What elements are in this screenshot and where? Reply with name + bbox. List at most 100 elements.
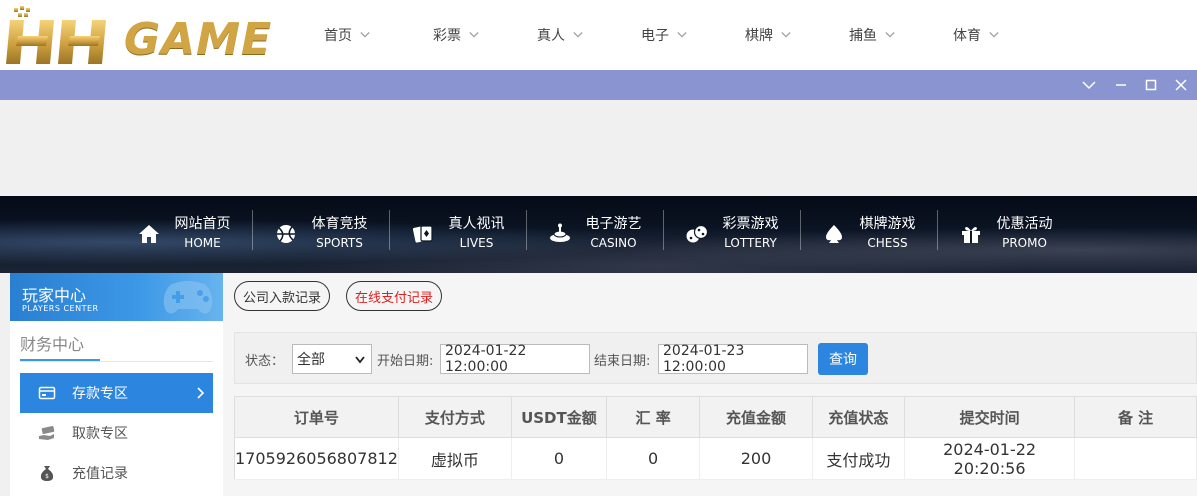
logo-wordmark: GAME xyxy=(124,14,273,65)
chevron-down-icon xyxy=(989,32,999,38)
sidebar-item-withdraw[interactable]: 取款专区 xyxy=(20,413,213,453)
chevron-down-icon xyxy=(885,32,895,38)
table-cell: 2024-01-22 20:20:56 xyxy=(904,437,1076,480)
category-home[interactable]: 网站首页 HOME xyxy=(115,206,252,262)
top-nav-item[interactable]: 首页 xyxy=(300,0,404,70)
top-nav-label: 彩票 xyxy=(433,28,461,44)
players-center-subtitle: PLAYERS CENTER xyxy=(22,304,99,313)
table-header-cell: 提交时间 xyxy=(904,396,1076,438)
category-label-en: HOME xyxy=(184,236,221,250)
category-bar: 网站首页 HOME 体育竞技 SPORTS 真人视讯 LIVES 电子游艺 CASINO 彩票游… xyxy=(0,196,1197,273)
category-sports[interactable]: 体育竞技 SPORTS xyxy=(252,206,389,262)
filter-bar: 状态： 全部 开始日期: 2024-01-22 12:00:00 结束日期: 2… xyxy=(234,332,1197,384)
tab-online-payment-records[interactable]: 在线支付记录 xyxy=(346,281,443,311)
start-date-input[interactable]: 2024-01-22 12:00:00 xyxy=(440,343,590,375)
chevron-down-icon xyxy=(355,356,365,364)
table-row: 1705926056807812 虚拟币 0 0 200 支付成功 2024-01-22 2… xyxy=(234,437,1197,480)
collapse-button[interactable] xyxy=(1079,75,1099,95)
category-chess[interactable]: 棋牌游戏 CHESS xyxy=(800,206,937,262)
category-label-en: LIVES xyxy=(459,236,494,250)
table-cell: 1705926056807812 xyxy=(234,437,399,480)
chevron-down-icon xyxy=(469,32,479,38)
window-title-bar xyxy=(0,70,1197,100)
status-select[interactable]: 全部 xyxy=(292,344,372,374)
top-nav-label: 捕鱼 xyxy=(849,28,877,44)
category-label-cn: 彩票游戏 xyxy=(722,216,779,232)
gamepad-icon xyxy=(163,281,213,314)
table-header-row: 订单号 支付方式 USDT金额汇 率充值金额 充值状态 提交时间备 注 xyxy=(234,396,1197,438)
main-content: 公司入款记录 在线支付记录 状态： 全部 开始日期: 2024-01-22 12… xyxy=(223,273,1197,496)
end-date-input[interactable]: 2024-01-23 12:00:00 xyxy=(658,343,808,375)
table-cell: 支付成功 xyxy=(811,437,906,480)
table-header-cell: 备 注 xyxy=(1074,396,1197,438)
table-header-cell: USDT金额 xyxy=(510,396,607,438)
table-cell: 0 xyxy=(605,437,701,480)
maximize-button[interactable] xyxy=(1141,75,1161,95)
category-text: 电子游艺 CASINO xyxy=(586,215,642,253)
category-text: 棋牌游戏 CHESS xyxy=(860,215,916,253)
category-text: 网站首页 HOME xyxy=(175,215,231,253)
cards-icon xyxy=(412,225,433,243)
top-nav: 首页 彩票 真人 电子 棋牌 捕鱼 体育 xyxy=(300,0,1028,70)
sidebar-item-label: 存款专区 xyxy=(72,386,128,402)
chevron-down-icon xyxy=(573,32,583,38)
category-text: 彩票游戏 LOTTERY xyxy=(723,215,779,253)
top-nav-item[interactable]: 棋牌 xyxy=(716,0,820,70)
start-date-label: 开始日期: xyxy=(377,354,434,369)
top-nav-item[interactable]: 电子 xyxy=(612,0,716,70)
top-nav-label: 真人 xyxy=(537,28,565,44)
close-icon xyxy=(1175,79,1187,91)
table-header-cell: 订单号 xyxy=(234,396,399,438)
chevron-down-icon xyxy=(781,32,791,38)
category-label-en: CHESS xyxy=(867,236,908,250)
sidebar-item-label: 充值记录 xyxy=(72,466,128,482)
top-nav-item[interactable]: 真人 xyxy=(508,0,612,70)
tab-company-deposit-records[interactable]: 公司入款记录 xyxy=(234,281,331,311)
category-list: 网站首页 HOME 体育竞技 SPORTS 真人视讯 LIVES 电子游艺 CASINO 彩票游… xyxy=(115,206,1074,262)
category-lives[interactable]: 真人视讯 LIVES xyxy=(389,206,526,262)
sidebar: 玩家中心 PLAYERS CENTER 财务中心 存款专区 取款专区 $ 充值记… xyxy=(10,273,223,496)
records-table: 订单号 支付方式 USDT金额汇 率充值金额 充值状态 提交时间备 注 17059260… xyxy=(234,396,1197,480)
sidebar-item-label: 取款专区 xyxy=(72,426,128,442)
site-header: GAME 首页 彩票 真人 电子 棋牌 捕鱼 体育 xyxy=(0,0,1197,70)
gift-icon xyxy=(961,227,980,243)
cash-hand-icon xyxy=(39,426,55,440)
top-nav-item[interactable]: 体育 xyxy=(924,0,1028,70)
top-nav-item[interactable]: 捕鱼 xyxy=(820,0,924,70)
table-cell: 虚拟币 xyxy=(397,437,512,480)
category-text: 优惠活动 PROMO xyxy=(997,215,1053,253)
category-label-cn: 网站首页 xyxy=(174,216,231,232)
svg-text:$: $ xyxy=(45,473,49,480)
sidebar-item-recharge-records[interactable]: $ 充值记录 xyxy=(20,453,213,493)
top-nav-label: 体育 xyxy=(953,28,981,44)
status-label: 状态： xyxy=(245,354,285,369)
category-label-cn: 真人视讯 xyxy=(448,216,505,232)
table-header-cell: 支付方式 xyxy=(397,396,512,438)
table-cell xyxy=(1074,437,1197,480)
table-body: 1705926056807812 虚拟币 0 0 200 支付成功 2024-01-22 2… xyxy=(234,437,1197,480)
hh-logo-icon xyxy=(6,6,106,64)
finance-divider xyxy=(20,361,213,362)
end-date-label: 结束日期: xyxy=(594,354,651,369)
chevron-right-icon xyxy=(197,387,205,399)
players-center-title: 玩家中心 xyxy=(22,286,87,305)
table-header-cell: 充值金额 xyxy=(699,396,813,438)
top-nav-item[interactable]: 彩票 xyxy=(404,0,508,70)
category-label-en: SPORTS xyxy=(316,236,363,250)
money-bag-icon: $ xyxy=(40,466,54,481)
category-label-cn: 体育竞技 xyxy=(311,216,368,232)
chevron-down-icon xyxy=(677,32,687,38)
category-lottery[interactable]: 彩票游戏 LOTTERY xyxy=(663,206,800,262)
category-text: 体育竞技 SPORTS xyxy=(312,215,368,253)
sidebar-item-deposit[interactable]: 存款专区 xyxy=(20,373,213,413)
site-logo[interactable]: GAME xyxy=(4,4,271,68)
query-button[interactable]: 查询 xyxy=(818,343,868,375)
minimize-button[interactable] xyxy=(1111,75,1131,95)
table-cell: 200 xyxy=(699,437,813,480)
category-label-en: LOTTERY xyxy=(724,236,777,250)
category-promo[interactable]: 优惠活动 PROMO xyxy=(937,206,1074,262)
category-casino[interactable]: 电子游艺 CASINO xyxy=(526,206,663,262)
chevron-down-icon xyxy=(360,32,370,38)
spade-icon xyxy=(825,225,842,243)
close-button[interactable] xyxy=(1171,75,1191,95)
